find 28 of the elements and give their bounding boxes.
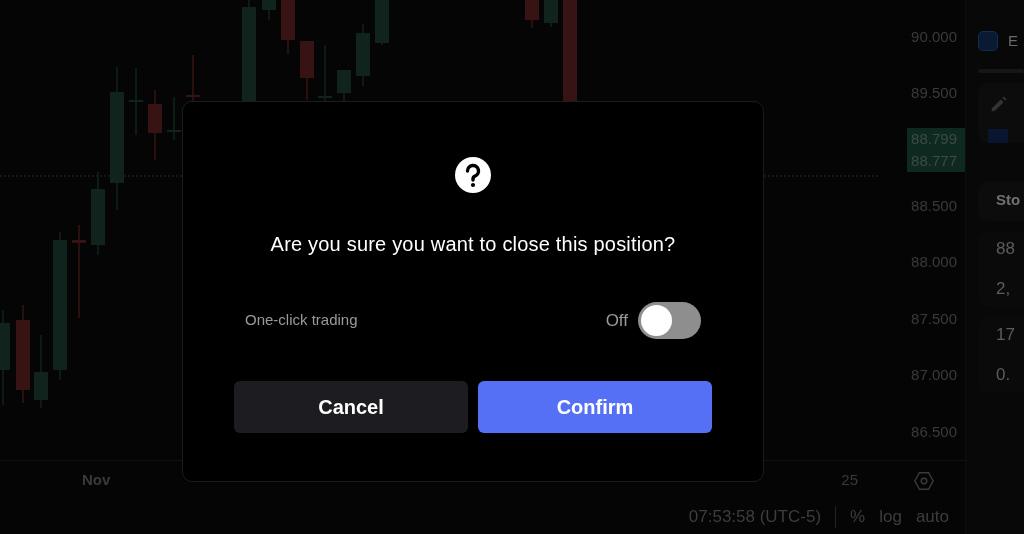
flag-icon <box>988 128 1008 143</box>
card-value: 17 <box>996 324 1016 346</box>
candlestick <box>148 89 162 161</box>
candlestick <box>300 40 314 101</box>
candlestick <box>262 0 276 21</box>
toggle-state-label: Off <box>605 309 628 332</box>
scale-toggle[interactable]: auto <box>915 504 949 530</box>
dialog-button[interactable]: Confirm <box>478 381 712 433</box>
symbol-label: E <box>1008 31 1018 51</box>
candlestick <box>544 0 558 28</box>
candlestick <box>375 0 389 46</box>
question-icon <box>455 157 491 193</box>
timezone-clock: 07:53:58 (UTC-5) <box>688 506 822 529</box>
candlestick <box>281 0 295 55</box>
card-value: 2, <box>996 277 1012 300</box>
dialog-button[interactable]: Cancel <box>234 381 468 433</box>
card-value: 0. <box>996 363 1012 386</box>
candlestick <box>129 67 143 136</box>
candlestick <box>525 0 539 29</box>
scale-toggle[interactable]: log <box>879 504 902 530</box>
dialog-message: Are you sure you want to close this position? <box>270 232 676 257</box>
settings-icon[interactable] <box>913 469 935 492</box>
stop-card: Sto <box>978 180 1024 221</box>
toggle-switch[interactable] <box>638 302 701 339</box>
card-value: 88 <box>996 238 1016 260</box>
setting-label: One-click trading <box>245 310 358 331</box>
candlestick <box>356 23 370 87</box>
scale-toggle[interactable]: % <box>850 504 866 530</box>
